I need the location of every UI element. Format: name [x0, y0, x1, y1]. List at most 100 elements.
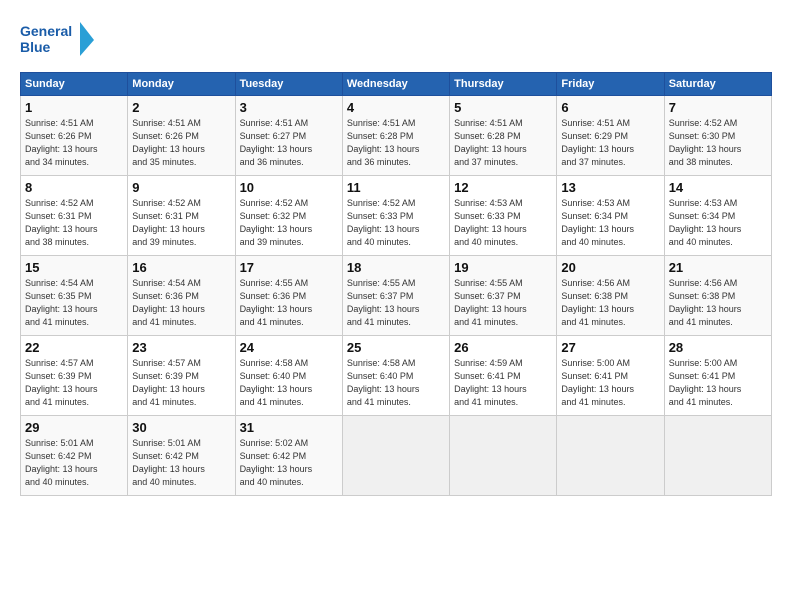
calendar-cell: 27 Sunrise: 5:00 AMSunset: 6:41 PMDayligh…	[557, 336, 664, 416]
col-header-wednesday: Wednesday	[342, 73, 449, 96]
day-info: Sunrise: 4:57 AMSunset: 6:39 PMDaylight:…	[132, 358, 205, 407]
day-number: 9	[132, 180, 230, 195]
calendar-cell: 4 Sunrise: 4:51 AMSunset: 6:28 PMDaylight…	[342, 96, 449, 176]
col-header-friday: Friday	[557, 73, 664, 96]
day-info: Sunrise: 4:54 AMSunset: 6:36 PMDaylight:…	[132, 278, 205, 327]
calendar-cell	[342, 416, 449, 496]
day-info: Sunrise: 5:00 AMSunset: 6:41 PMDaylight:…	[561, 358, 634, 407]
day-info: Sunrise: 4:56 AMSunset: 6:38 PMDaylight:…	[669, 278, 742, 327]
day-info: Sunrise: 4:53 AMSunset: 6:33 PMDaylight:…	[454, 198, 527, 247]
day-info: Sunrise: 4:57 AMSunset: 6:39 PMDaylight:…	[25, 358, 98, 407]
day-info: Sunrise: 4:56 AMSunset: 6:38 PMDaylight:…	[561, 278, 634, 327]
day-number: 22	[25, 340, 123, 355]
col-header-monday: Monday	[128, 73, 235, 96]
day-info: Sunrise: 5:01 AMSunset: 6:42 PMDaylight:…	[132, 438, 205, 487]
day-number: 28	[669, 340, 767, 355]
calendar-cell: 28 Sunrise: 5:00 AMSunset: 6:41 PMDayligh…	[664, 336, 771, 416]
day-number: 2	[132, 100, 230, 115]
day-info: Sunrise: 4:52 AMSunset: 6:31 PMDaylight:…	[132, 198, 205, 247]
logo: General Blue	[20, 18, 100, 62]
calendar-cell: 10 Sunrise: 4:52 AMSunset: 6:32 PMDayligh…	[235, 176, 342, 256]
calendar-cell: 16 Sunrise: 4:54 AMSunset: 6:36 PMDayligh…	[128, 256, 235, 336]
day-number: 15	[25, 260, 123, 275]
day-info: Sunrise: 4:54 AMSunset: 6:35 PMDaylight:…	[25, 278, 98, 327]
day-number: 7	[669, 100, 767, 115]
day-number: 19	[454, 260, 552, 275]
calendar-cell: 8 Sunrise: 4:52 AMSunset: 6:31 PMDaylight…	[21, 176, 128, 256]
week-row-4: 22 Sunrise: 4:57 AMSunset: 6:39 PMDayligh…	[21, 336, 772, 416]
day-number: 29	[25, 420, 123, 435]
day-number: 4	[347, 100, 445, 115]
day-number: 23	[132, 340, 230, 355]
col-header-thursday: Thursday	[450, 73, 557, 96]
calendar-cell: 6Sunrise: 4:51 AMSunset: 6:29 PMDaylight…	[557, 96, 664, 176]
calendar-cell: 31 Sunrise: 5:02 AMSunset: 6:42 PMDayligh…	[235, 416, 342, 496]
calendar-cell	[450, 416, 557, 496]
day-info: Sunrise: 4:59 AMSunset: 6:41 PMDaylight:…	[454, 358, 527, 407]
day-number: 25	[347, 340, 445, 355]
day-info: Sunrise: 4:51 AMSunset: 6:26 PMDaylight:…	[132, 118, 205, 167]
calendar-cell: 29 Sunrise: 5:01 AMSunset: 6:42 PMDayligh…	[21, 416, 128, 496]
day-number: 5	[454, 100, 552, 115]
svg-text:General: General	[20, 23, 72, 39]
calendar-cell: 17 Sunrise: 4:55 AMSunset: 6:36 PMDayligh…	[235, 256, 342, 336]
calendar-cell: 26 Sunrise: 4:59 AMSunset: 6:41 PMDayligh…	[450, 336, 557, 416]
day-number: 17	[240, 260, 338, 275]
week-row-2: 8 Sunrise: 4:52 AMSunset: 6:31 PMDaylight…	[21, 176, 772, 256]
day-number: 13	[561, 180, 659, 195]
calendar-cell: 20 Sunrise: 4:56 AMSunset: 6:38 PMDayligh…	[557, 256, 664, 336]
calendar-cell: 30 Sunrise: 5:01 AMSunset: 6:42 PMDayligh…	[128, 416, 235, 496]
calendar-cell	[664, 416, 771, 496]
day-number: 30	[132, 420, 230, 435]
calendar-cell	[557, 416, 664, 496]
day-info: Sunrise: 4:55 AMSunset: 6:36 PMDaylight:…	[240, 278, 313, 327]
day-number: 14	[669, 180, 767, 195]
calendar-cell: 22 Sunrise: 4:57 AMSunset: 6:39 PMDayligh…	[21, 336, 128, 416]
day-info: Sunrise: 4:51 AMSunset: 6:27 PMDaylight:…	[240, 118, 313, 167]
calendar-cell: 11Sunrise: 4:52 AMSunset: 6:33 PMDayligh…	[342, 176, 449, 256]
day-number: 18	[347, 260, 445, 275]
day-number: 24	[240, 340, 338, 355]
day-info: Sunrise: 5:01 AMSunset: 6:42 PMDaylight:…	[25, 438, 98, 487]
day-info: Sunrise: 4:58 AMSunset: 6:40 PMDaylight:…	[240, 358, 313, 407]
day-info: Sunrise: 4:53 AMSunset: 6:34 PMDaylight:…	[669, 198, 742, 247]
calendar-cell: 21 Sunrise: 4:56 AMSunset: 6:38 PMDayligh…	[664, 256, 771, 336]
logo-svg: General Blue	[20, 18, 100, 62]
calendar-cell: 12 Sunrise: 4:53 AMSunset: 6:33 PMDayligh…	[450, 176, 557, 256]
day-info: Sunrise: 4:51 AMSunset: 6:26 PMDaylight:…	[25, 118, 98, 167]
day-info: Sunrise: 4:51 AMSunset: 6:28 PMDaylight:…	[454, 118, 527, 167]
day-number: 21	[669, 260, 767, 275]
day-info: Sunrise: 5:00 AMSunset: 6:41 PMDaylight:…	[669, 358, 742, 407]
day-info: Sunrise: 4:53 AMSunset: 6:34 PMDaylight:…	[561, 198, 634, 247]
day-number: 12	[454, 180, 552, 195]
day-info: Sunrise: 4:52 AMSunset: 6:30 PMDaylight:…	[669, 118, 742, 167]
day-number: 16	[132, 260, 230, 275]
day-number: 26	[454, 340, 552, 355]
week-row-5: 29 Sunrise: 5:01 AMSunset: 6:42 PMDayligh…	[21, 416, 772, 496]
calendar-cell: 19Sunrise: 4:55 AMSunset: 6:37 PMDayligh…	[450, 256, 557, 336]
calendar-cell: 23 Sunrise: 4:57 AMSunset: 6:39 PMDayligh…	[128, 336, 235, 416]
day-info: Sunrise: 4:52 AMSunset: 6:31 PMDaylight:…	[25, 198, 98, 247]
day-number: 20	[561, 260, 659, 275]
calendar-cell: 3 Sunrise: 4:51 AMSunset: 6:27 PMDaylight…	[235, 96, 342, 176]
calendar-cell: 1Sunrise: 4:51 AMSunset: 6:26 PMDaylight…	[21, 96, 128, 176]
calendar-cell: 14 Sunrise: 4:53 AMSunset: 6:34 PMDayligh…	[664, 176, 771, 256]
day-number: 31	[240, 420, 338, 435]
calendar-cell: 2 Sunrise: 4:51 AMSunset: 6:26 PMDaylight…	[128, 96, 235, 176]
day-number: 6	[561, 100, 659, 115]
day-info: Sunrise: 4:51 AMSunset: 6:28 PMDaylight:…	[347, 118, 420, 167]
calendar-cell: 25Sunrise: 4:58 AMSunset: 6:40 PMDayligh…	[342, 336, 449, 416]
day-number: 3	[240, 100, 338, 115]
page-header: General Blue	[20, 18, 772, 62]
calendar-cell: 9 Sunrise: 4:52 AMSunset: 6:31 PMDaylight…	[128, 176, 235, 256]
day-number: 27	[561, 340, 659, 355]
col-header-sunday: Sunday	[21, 73, 128, 96]
day-number: 10	[240, 180, 338, 195]
day-info: Sunrise: 5:02 AMSunset: 6:42 PMDaylight:…	[240, 438, 313, 487]
week-row-1: 1Sunrise: 4:51 AMSunset: 6:26 PMDaylight…	[21, 96, 772, 176]
calendar-cell: 13 Sunrise: 4:53 AMSunset: 6:34 PMDayligh…	[557, 176, 664, 256]
day-info: Sunrise: 4:52 AMSunset: 6:32 PMDaylight:…	[240, 198, 313, 247]
header-row: SundayMondayTuesdayWednesdayThursdayFrid…	[21, 73, 772, 96]
calendar-cell: 7 Sunrise: 4:52 AMSunset: 6:30 PMDaylight…	[664, 96, 771, 176]
day-number: 8	[25, 180, 123, 195]
